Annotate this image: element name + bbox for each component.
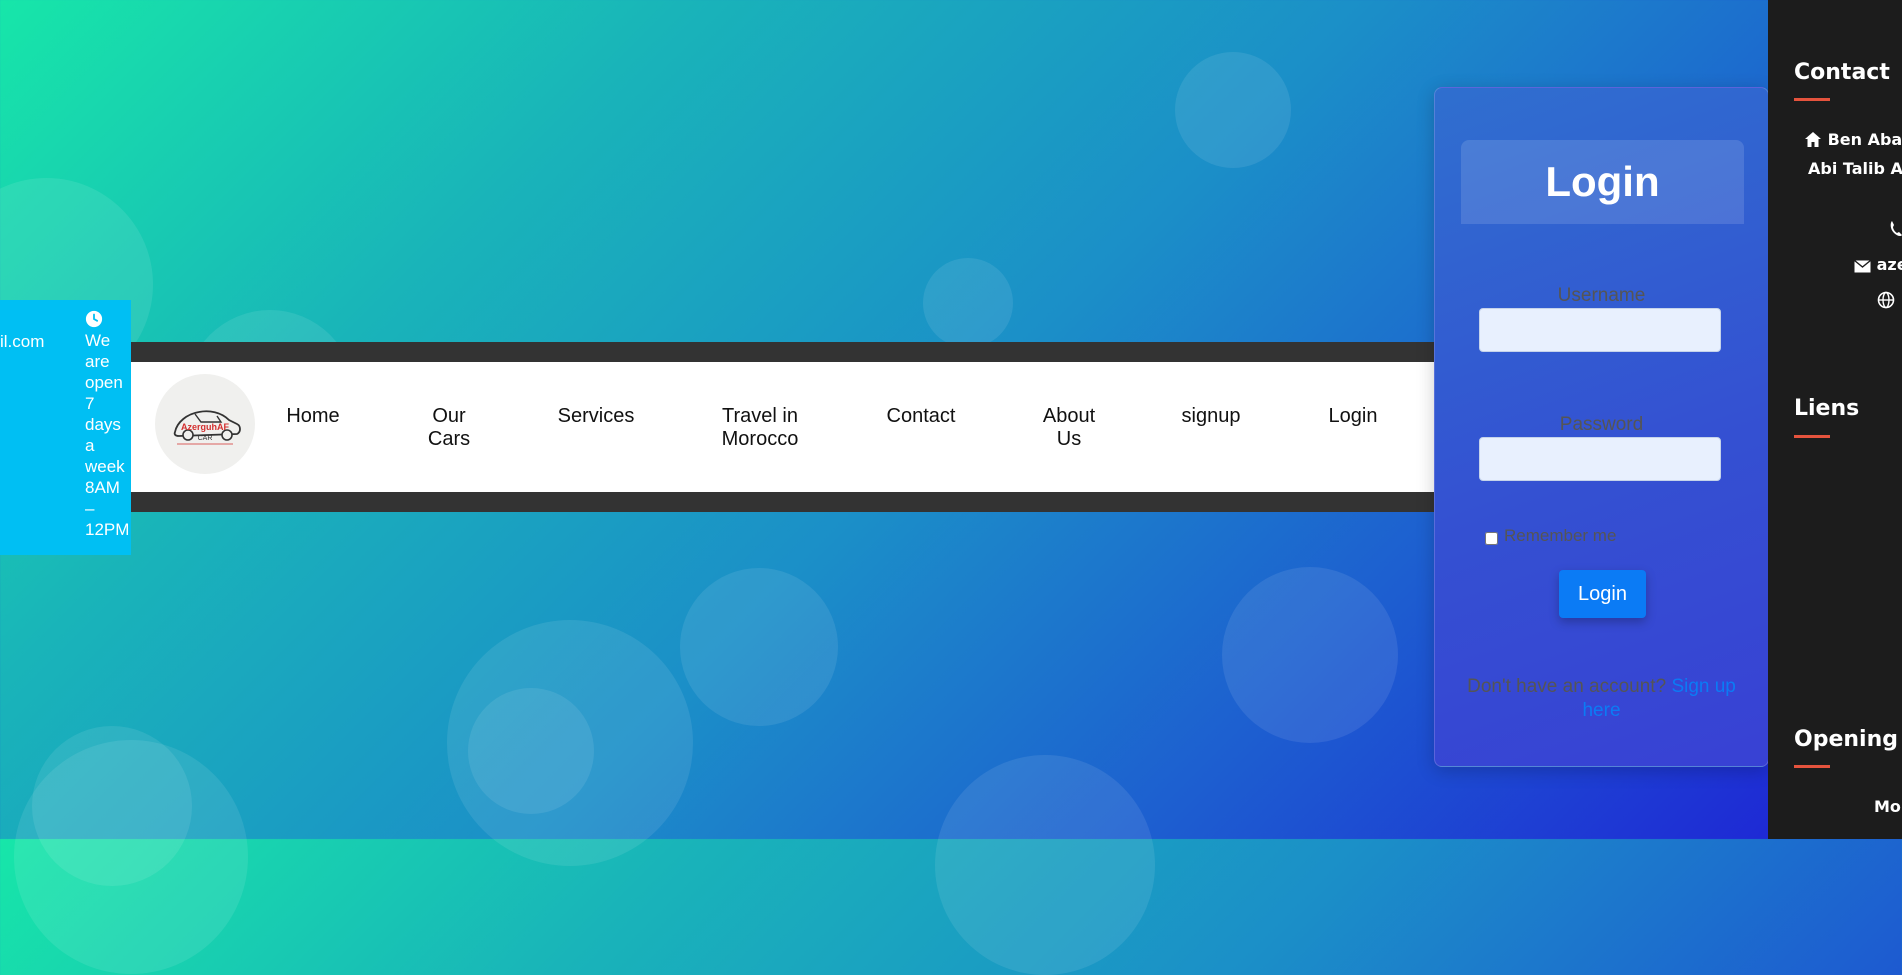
background-bubble xyxy=(14,740,248,974)
opening-hours-info: We are open 7 days a week 8AM – 12PM xyxy=(85,310,131,540)
car-logo-icon: AzerguhAF CAR xyxy=(173,410,241,445)
heading-underline xyxy=(1794,435,1830,438)
nav-about-us[interactable]: About Us xyxy=(1039,405,1099,451)
footer-email: aze xyxy=(1854,255,1902,274)
background-bubble xyxy=(468,688,594,814)
info-strip: il.com We are open 7 days a week 8AM – 1… xyxy=(0,300,131,555)
background-bubble xyxy=(1222,567,1398,743)
nav-our-cars[interactable]: Our Cars xyxy=(424,405,474,451)
background-bubble xyxy=(1175,52,1291,168)
nav-signup[interactable]: signup xyxy=(1182,405,1241,428)
site-logo[interactable]: AzerguhAF CAR xyxy=(155,374,255,474)
opening-hours-text: We are open 7 days a week 8AM – 12PM xyxy=(85,331,130,539)
header-email: il.com xyxy=(0,332,45,351)
home-icon xyxy=(1805,132,1821,147)
contact-heading: Contact xyxy=(1794,60,1890,85)
address-line-1: Ben Aba xyxy=(1804,130,1902,149)
remember-me-label: Remember me xyxy=(1504,526,1617,545)
password-label: Password xyxy=(1559,414,1644,435)
globe-icon xyxy=(1877,291,1895,309)
nav-home[interactable]: Home xyxy=(286,405,339,428)
background-bubble xyxy=(680,568,838,726)
login-title: Login xyxy=(1545,158,1660,205)
signup-prompt-text: Don't have an account? xyxy=(1467,676,1672,697)
address-line-1-text: Ben Aba xyxy=(1827,130,1902,149)
navbar-frame: AzerguhAF CAR Home Our Cars Services Tra… xyxy=(131,342,1434,512)
login-button[interactable]: Login xyxy=(1559,570,1646,618)
opening-times-heading: Opening T xyxy=(1794,727,1902,752)
navbar: AzerguhAF CAR Home Our Cars Services Tra… xyxy=(131,362,1434,492)
nav-login[interactable]: Login xyxy=(1329,405,1378,428)
login-header: Login xyxy=(1461,140,1744,224)
remember-me-row: Remember me xyxy=(1485,526,1616,546)
heading-underline xyxy=(1794,98,1830,101)
signup-prompt: Don't have an account? Sign up here xyxy=(1465,675,1738,723)
envelope-icon xyxy=(1854,260,1871,273)
nav-contact[interactable]: Contact xyxy=(887,405,956,428)
nav-travel-in-morocco[interactable]: Travel in Morocco xyxy=(715,405,805,451)
svg-text:CAR: CAR xyxy=(198,435,213,442)
svg-text:AzerguhAF: AzerguhAF xyxy=(181,422,229,432)
background-bubble xyxy=(935,755,1155,975)
heading-underline xyxy=(1794,765,1830,768)
footer-email-text: aze xyxy=(1876,255,1902,274)
login-card: Login Username Password Remember me Logi… xyxy=(1434,87,1769,767)
address-line-2: Abi Talib A xyxy=(1808,159,1902,178)
username-label: Username xyxy=(1557,285,1646,306)
username-input[interactable] xyxy=(1479,308,1721,352)
remember-me-checkbox[interactable] xyxy=(1485,531,1498,545)
background-bubble xyxy=(923,258,1013,348)
nav-services[interactable]: Services xyxy=(558,405,635,428)
phone-icon xyxy=(1890,221,1902,237)
opening-day: Mo xyxy=(1874,797,1901,816)
password-input[interactable] xyxy=(1479,437,1721,481)
liens-heading: Liens xyxy=(1794,396,1860,421)
clock-icon xyxy=(85,310,103,328)
footer-column: Contact Ben Aba Abi Talib A aze Liens Op… xyxy=(1768,0,1902,839)
